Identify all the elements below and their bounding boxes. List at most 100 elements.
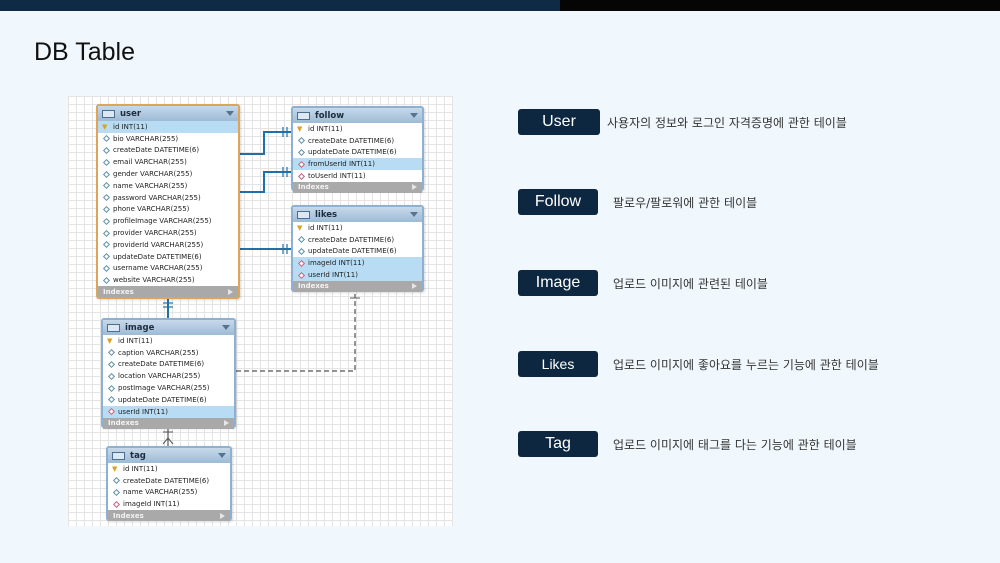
expand-arrow-icon[interactable]: [412, 283, 417, 290]
column-icon: [297, 137, 306, 145]
chevron-down-icon[interactable]: [410, 212, 418, 217]
column-label: username VARCHAR(255): [113, 264, 203, 273]
table-image[interactable]: image ▼ id INT(11) caption VARCHAR(255) crea…: [101, 318, 236, 429]
table-user[interactable]: user ▼ id INT(11) bio VARCHAR(255) createDat…: [96, 104, 240, 299]
table-column[interactable]: updateDate DATETIME(6): [293, 246, 422, 258]
table-column[interactable]: fromUserId INT(11): [293, 158, 422, 171]
indexes-label: Indexes: [298, 183, 329, 192]
indexes-footer[interactable]: Indexes: [108, 510, 230, 522]
column-label: userId INT(11): [118, 407, 168, 416]
column-label: bio VARCHAR(255): [113, 134, 179, 143]
description-text-likes: 업로드 이미지에 좋아요를 누르는 기능에 관한 테이블: [613, 357, 879, 372]
table-column[interactable]: createDate DATETIME(6): [293, 135, 422, 147]
table-column[interactable]: phone VARCHAR(255): [98, 204, 238, 216]
table-column[interactable]: toUserId INT(11): [293, 170, 422, 182]
table-column[interactable]: ▼ id INT(11): [108, 463, 230, 475]
indexes-label: Indexes: [298, 282, 329, 291]
column-label: createDate DATETIME(6): [123, 476, 210, 485]
table-column[interactable]: createDate DATETIME(6): [98, 145, 238, 157]
table-column[interactable]: userId INT(11): [293, 269, 422, 281]
column-icon: [102, 194, 111, 202]
column-icon: [107, 360, 116, 369]
table-column[interactable]: ▼ id INT(11): [293, 222, 422, 234]
column-label: postImage VARCHAR(255): [118, 384, 210, 393]
table-header[interactable]: likes: [293, 207, 422, 222]
column-icon: [102, 264, 111, 272]
table-column[interactable]: updateDate DATETIME(6): [98, 251, 238, 263]
column-icon: [297, 247, 306, 256]
column-label: fromUserId INT(11): [308, 160, 375, 169]
table-name: tag: [130, 450, 146, 461]
column-icon: [107, 372, 116, 380]
foreign-key-icon: [107, 408, 116, 416]
table-header[interactable]: image: [103, 320, 234, 335]
table-column[interactable]: imageId INT(11): [108, 498, 230, 510]
indexes-footer[interactable]: Indexes: [98, 286, 238, 298]
column-label: updateDate DATETIME(6): [308, 247, 397, 256]
table-column[interactable]: ▼ id INT(11): [293, 123, 422, 135]
table-column[interactable]: location VARCHAR(255): [103, 370, 234, 382]
table-column[interactable]: caption VARCHAR(255): [103, 347, 234, 359]
chevron-down-icon[interactable]: [226, 111, 234, 116]
table-column[interactable]: username VARCHAR(255): [98, 263, 238, 275]
table-column[interactable]: website VARCHAR(255): [98, 274, 238, 286]
column-label: imageId INT(11): [123, 500, 180, 509]
table-icon: [297, 210, 310, 219]
table-column[interactable]: name VARCHAR(255): [98, 180, 238, 192]
label-badge-follow: Follow: [518, 189, 598, 215]
table-column[interactable]: provider VARCHAR(255): [98, 227, 238, 239]
table-column[interactable]: providerId VARCHAR(255): [98, 239, 238, 251]
table-column[interactable]: password VARCHAR(255): [98, 192, 238, 204]
table-column[interactable]: profileImage VARCHAR(255): [98, 215, 238, 227]
table-column[interactable]: createDate DATETIME(6): [108, 475, 230, 487]
description-row-likes: Likes 업로드 이미지에 좋아요를 누르는 기능에 관한 테이블: [518, 351, 879, 377]
table-column[interactable]: userId INT(11): [103, 405, 234, 418]
chevron-down-icon[interactable]: [410, 113, 418, 118]
indexes-footer[interactable]: Indexes: [293, 280, 422, 292]
column-icon: [107, 396, 116, 404]
column-label: providerId VARCHAR(255): [113, 240, 204, 249]
column-label: location VARCHAR(255): [118, 372, 201, 381]
expand-arrow-icon[interactable]: [220, 512, 225, 519]
table-header[interactable]: follow: [293, 108, 422, 123]
column-label: createDate DATETIME(6): [308, 235, 395, 244]
chevron-down-icon[interactable]: [222, 325, 230, 330]
primary-key-icon: ▼: [107, 336, 113, 345]
table-column[interactable]: ▼ id INT(11): [98, 121, 238, 133]
table-column[interactable]: name VARCHAR(255): [108, 487, 230, 499]
table-column[interactable]: bio VARCHAR(255): [98, 133, 238, 145]
table-likes[interactable]: likes ▼ id INT(11) createDate DATETIME(6) up…: [291, 205, 424, 292]
table-column[interactable]: email VARCHAR(255): [98, 156, 238, 168]
expand-arrow-icon[interactable]: [224, 420, 229, 427]
foreign-key-icon: [112, 500, 121, 508]
chevron-down-icon[interactable]: [218, 453, 226, 458]
indexes-footer[interactable]: Indexes: [293, 181, 422, 193]
primary-key-icon: ▼: [297, 223, 303, 232]
table-header[interactable]: tag: [108, 448, 230, 463]
label-badge-user: User: [518, 109, 600, 135]
table-column[interactable]: createDate DATETIME(6): [293, 234, 422, 246]
column-label: id INT(11): [113, 122, 148, 131]
table-column[interactable]: updateDate DATETIME(6): [293, 147, 422, 159]
relation-image-likes: [236, 294, 356, 372]
expand-arrow-icon[interactable]: [412, 184, 417, 191]
column-icon: [102, 135, 111, 143]
expand-arrow-icon[interactable]: [228, 288, 233, 295]
label-badge-image: Image: [518, 270, 598, 296]
column-icon: [102, 146, 111, 155]
table-column[interactable]: gender VARCHAR(255): [98, 168, 238, 180]
table-column[interactable]: createDate DATETIME(6): [103, 359, 234, 371]
description-row-follow: Follow 팔로우/팔로워에 관한 테이블: [518, 189, 757, 215]
column-label: provider VARCHAR(255): [113, 229, 197, 238]
table-header[interactable]: user: [98, 106, 238, 121]
description-text-follow: 팔로우/팔로워에 관한 테이블: [613, 195, 758, 210]
table-column[interactable]: postImage VARCHAR(255): [103, 382, 234, 394]
description-row-user: User 사용자의 정보와 로그인 자격증명에 관한 테이블: [518, 109, 847, 135]
column-label: userId INT(11): [308, 271, 358, 280]
table-tag[interactable]: tag ▼ id INT(11) createDate DATETIME(6) name…: [106, 446, 232, 522]
table-follow[interactable]: follow ▼ id INT(11) createDate DATETIME(6) u…: [291, 106, 424, 193]
indexes-footer[interactable]: Indexes: [103, 417, 234, 429]
table-column[interactable]: imageId INT(11): [293, 257, 422, 270]
table-column[interactable]: ▼ id INT(11): [103, 335, 234, 347]
table-column[interactable]: updateDate DATETIME(6): [103, 394, 234, 406]
